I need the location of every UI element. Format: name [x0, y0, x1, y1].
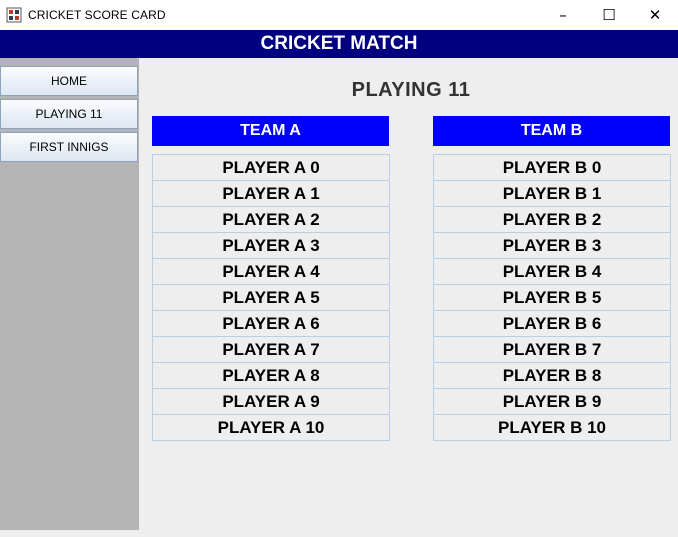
team-a-player-7: PLAYER A 7	[152, 336, 390, 363]
team-b-player-list: PLAYER B 0 PLAYER B 1 PLAYER B 2 PLAYER …	[433, 154, 671, 441]
team-a-player-list: PLAYER A 0 PLAYER A 1 PLAYER A 2 PLAYER …	[152, 154, 390, 441]
team-a-header: TEAM A	[152, 116, 389, 146]
team-a-player-6: PLAYER A 6	[152, 310, 390, 337]
sidebar: HOME PLAYING 11 FIRST INNIGS	[0, 58, 139, 530]
minimize-button[interactable]: –	[540, 0, 586, 30]
title-bar: CRICKET SCORE CARD – ☐ ✕	[0, 0, 678, 30]
close-icon: ✕	[648, 6, 662, 24]
minimize-icon: –	[559, 6, 567, 24]
team-a-player-8: PLAYER A 8	[152, 362, 390, 389]
team-b-player-0: PLAYER B 0	[433, 154, 671, 181]
team-a-player-5: PLAYER A 5	[152, 284, 390, 311]
close-button[interactable]: ✕	[632, 0, 678, 30]
team-b-player-10: PLAYER B 10	[433, 414, 671, 441]
app-icon	[6, 7, 22, 23]
maximize-button[interactable]: ☐	[586, 0, 632, 30]
sidebar-item-home[interactable]: HOME	[0, 66, 138, 96]
page-title: PLAYING 11	[351, 79, 471, 101]
team-b-player-5: PLAYER B 5	[433, 284, 671, 311]
team-a-player-0: PLAYER A 0	[152, 154, 390, 181]
sidebar-item-first-innings[interactable]: FIRST INNIGS	[0, 132, 138, 162]
team-b-player-9: PLAYER B 9	[433, 388, 671, 415]
team-a-player-10: PLAYER A 10	[152, 414, 390, 441]
window-title: CRICKET SCORE CARD	[28, 8, 166, 22]
team-b-player-4: PLAYER B 4	[433, 258, 671, 285]
sidebar-item-playing-11[interactable]: PLAYING 11	[0, 99, 138, 129]
team-b-player-7: PLAYER B 7	[433, 336, 671, 363]
team-b-player-8: PLAYER B 8	[433, 362, 671, 389]
team-b-player-2: PLAYER B 2	[433, 206, 671, 233]
window-controls: – ☐ ✕	[540, 0, 678, 30]
team-a-player-3: PLAYER A 3	[152, 232, 390, 259]
maximize-icon: ☐	[602, 6, 616, 24]
team-a-player-1: PLAYER A 1	[152, 180, 390, 207]
team-b-player-6: PLAYER B 6	[433, 310, 671, 337]
team-a-player-2: PLAYER A 2	[152, 206, 390, 233]
team-b-header: TEAM B	[433, 116, 670, 146]
team-b-player-1: PLAYER B 1	[433, 180, 671, 207]
team-a-player-9: PLAYER A 9	[152, 388, 390, 415]
app-header: CRICKET MATCH	[0, 30, 678, 58]
team-a-player-4: PLAYER A 4	[152, 258, 390, 285]
team-b-player-3: PLAYER B 3	[433, 232, 671, 259]
